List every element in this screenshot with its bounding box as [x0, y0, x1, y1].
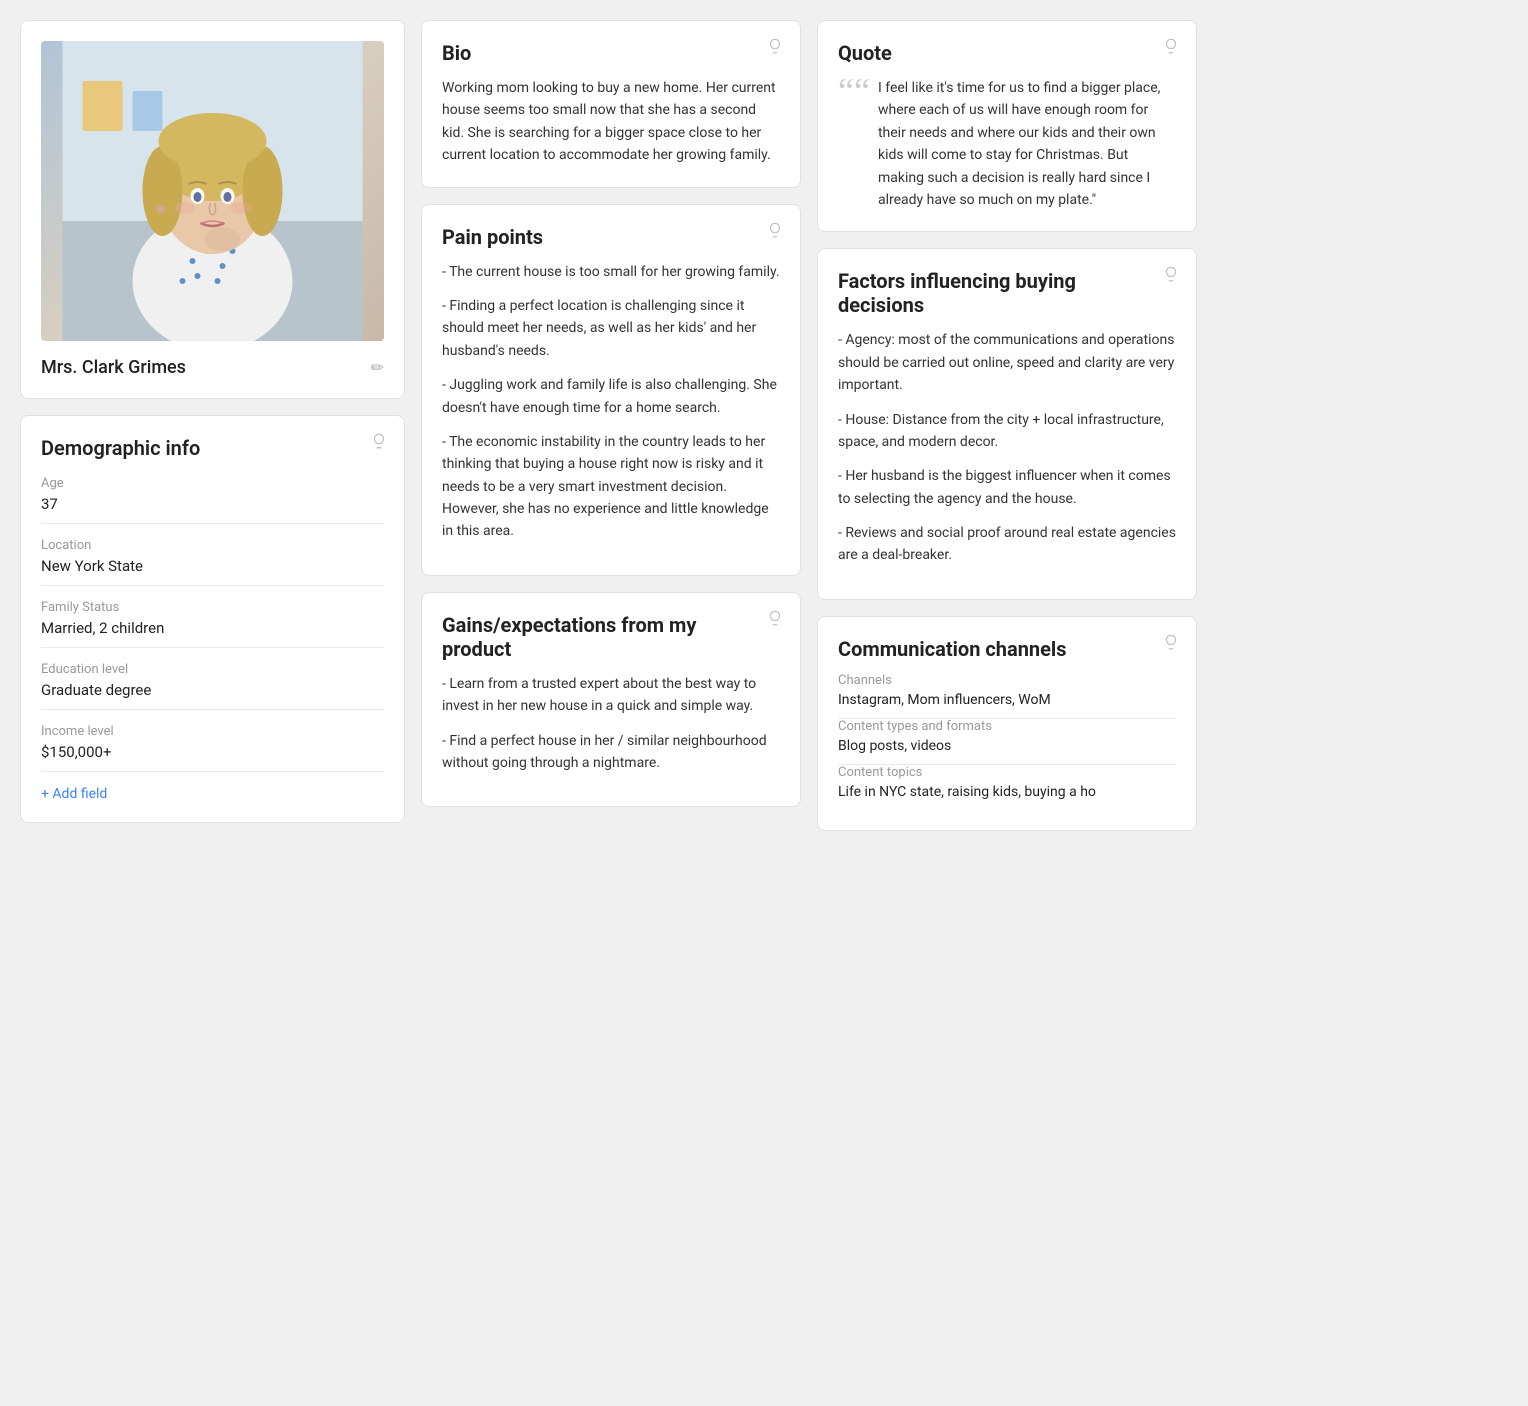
profile-name: Mrs. Clark Grimes — [41, 357, 186, 378]
income-label: Income level — [41, 724, 384, 739]
quote-card: Quote ““ I feel like it's time for us to… — [817, 20, 1197, 232]
income-value: $150,000+ — [41, 743, 384, 772]
location-label: Location — [41, 538, 384, 553]
bio-title: Bio — [442, 41, 780, 65]
education-value: Graduate degree — [41, 681, 384, 710]
add-field-button[interactable]: + Add field — [41, 786, 384, 802]
content-types-field: Content types and formats Blog posts, vi… — [838, 719, 1176, 765]
education-label: Education level — [41, 662, 384, 677]
communication-lightbulb-icon — [1162, 633, 1180, 656]
pain-points-title: Pain points — [442, 225, 780, 249]
quote-content: ““ I feel like it's time for us to find … — [838, 77, 1176, 211]
content-topics-label: Content topics — [838, 765, 1176, 780]
family-status-value: Married, 2 children — [41, 619, 384, 648]
column-profile: Mrs. Clark Grimes ✏ Demographic info Age… — [20, 20, 405, 831]
demographic-card: Demographic info Age 37 Location New Yor… — [20, 415, 405, 823]
demographic-lightbulb-icon — [370, 432, 388, 455]
location-field: Location New York State — [41, 538, 384, 586]
education-field: Education level Graduate degree — [41, 662, 384, 710]
profile-card: Mrs. Clark Grimes ✏ — [20, 20, 405, 399]
content-topics-field: Content topics Life in NYC state, raisin… — [838, 765, 1176, 810]
content-types-value: Blog posts, videos — [838, 738, 1176, 765]
factors-title: Factors influencing buying decisions — [838, 269, 1176, 317]
demographic-title: Demographic info — [41, 436, 384, 460]
age-value: 37 — [41, 495, 384, 524]
column-middle: Bio Working mom looking to buy a new hom… — [421, 20, 801, 831]
factors-lightbulb-icon — [1162, 265, 1180, 288]
column-right: Quote ““ I feel like it's time for us to… — [817, 20, 1197, 831]
income-field: Income level $150,000+ — [41, 724, 384, 772]
communication-title: Communication channels — [838, 637, 1176, 661]
communication-card: Communication channels Channels Instagra… — [817, 616, 1197, 831]
location-value: New York State — [41, 557, 384, 586]
channels-field: Channels Instagram, Mom influencers, WoM — [838, 673, 1176, 719]
content-topics-value: Life in NYC state, raising kids, buying … — [838, 784, 1176, 810]
content-types-label: Content types and formats — [838, 719, 1176, 734]
bio-card: Bio Working mom looking to buy a new hom… — [421, 20, 801, 188]
quote-mark: ““ — [838, 73, 870, 109]
profile-image-svg — [41, 41, 384, 341]
quote-text: I feel like it's time for us to find a b… — [878, 77, 1176, 211]
pain-points-lightbulb-icon — [766, 221, 784, 244]
edit-icon[interactable]: ✏ — [371, 358, 384, 377]
quote-title: Quote — [838, 41, 1176, 65]
pain-points-body: - The current house is too small for her… — [442, 261, 780, 543]
channels-label: Channels — [838, 673, 1176, 688]
bio-body: Working mom looking to buy a new home. H… — [442, 77, 780, 167]
bio-lightbulb-icon — [766, 37, 784, 60]
family-status-label: Family Status — [41, 600, 384, 615]
factors-card: Factors influencing buying decisions - A… — [817, 248, 1197, 600]
factors-body: - Agency: most of the communications and… — [838, 329, 1176, 567]
gains-lightbulb-icon — [766, 609, 784, 632]
quote-lightbulb-icon — [1162, 37, 1180, 60]
channels-value: Instagram, Mom influencers, WoM — [838, 692, 1176, 719]
profile-photo — [41, 41, 384, 341]
age-label: Age — [41, 476, 384, 491]
gains-title: Gains/expectations from my product — [442, 613, 780, 661]
gains-card: Gains/expectations from my product - Lea… — [421, 592, 801, 808]
pain-points-card: Pain points - The current house is too s… — [421, 204, 801, 576]
profile-name-row: Mrs. Clark Grimes ✏ — [41, 353, 384, 378]
age-field: Age 37 — [41, 476, 384, 524]
gains-body: - Learn from a trusted expert about the … — [442, 673, 780, 775]
family-status-field: Family Status Married, 2 children — [41, 600, 384, 648]
